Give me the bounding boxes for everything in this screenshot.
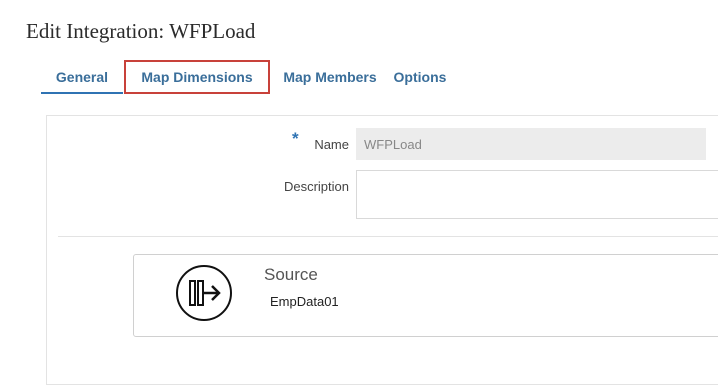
tab-options[interactable]: Options bbox=[390, 60, 450, 94]
tab-general[interactable]: General bbox=[41, 60, 123, 94]
description-field[interactable] bbox=[356, 170, 718, 219]
tab-bar: General Map Dimensions Map Members Optio… bbox=[41, 60, 450, 94]
name-field[interactable]: WFPLoad bbox=[356, 128, 706, 160]
source-connector-icon bbox=[176, 265, 232, 321]
page-title: Edit Integration: WFPLoad bbox=[26, 19, 256, 43]
section-divider bbox=[58, 236, 718, 237]
source-title: Source bbox=[264, 265, 318, 284]
required-indicator: * bbox=[292, 129, 299, 148]
description-label: Description bbox=[283, 179, 349, 194]
source-value: EmpData01 bbox=[270, 294, 339, 309]
name-label: Name bbox=[314, 137, 349, 152]
tab-map-members[interactable]: Map Members bbox=[274, 60, 386, 94]
tab-map-dimensions[interactable]: Map Dimensions bbox=[124, 60, 270, 94]
name-field-value: WFPLoad bbox=[364, 136, 422, 152]
